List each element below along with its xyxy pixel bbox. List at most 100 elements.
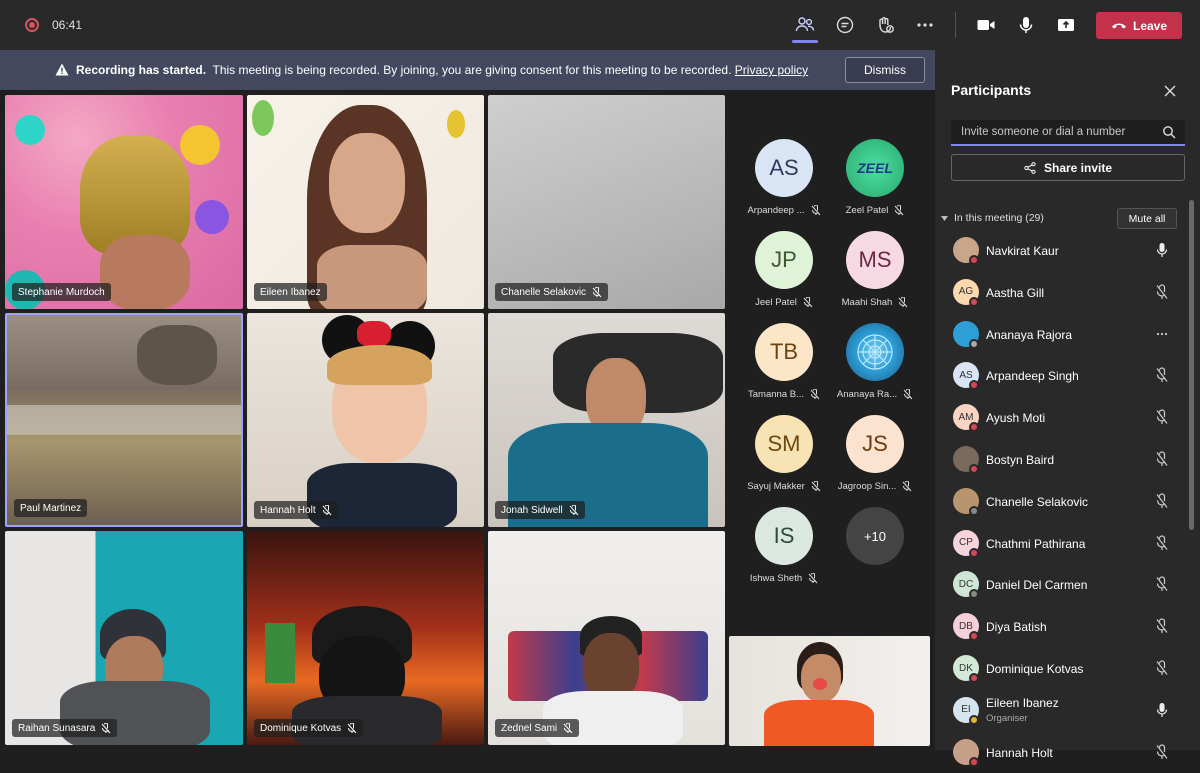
more-participants-button[interactable]: +10 bbox=[846, 507, 904, 565]
participant-name: Bostyn Baird bbox=[986, 453, 1055, 467]
avatar[interactable]: JS bbox=[846, 415, 904, 473]
participant-row[interactable]: Hannah Holt bbox=[935, 733, 1185, 773]
participant-row[interactable]: Ananaya Rajora bbox=[935, 315, 1185, 355]
more-options-icon[interactable] bbox=[913, 13, 937, 37]
mic-off-icon bbox=[895, 205, 904, 216]
video-tile[interactable]: Chanelle Selakovic bbox=[488, 95, 725, 309]
dismiss-button[interactable]: Dismiss bbox=[845, 57, 925, 83]
presence-status-icon bbox=[969, 255, 979, 265]
camera-icon[interactable] bbox=[974, 13, 998, 37]
video-tile[interactable]: Zednel Sami bbox=[488, 531, 725, 745]
video-tile[interactable]: Raihan Sunasara bbox=[5, 531, 243, 745]
avatar[interactable]: SM bbox=[755, 415, 813, 473]
participant-row[interactable]: DB Diya Batish bbox=[935, 607, 1185, 647]
mic-off-icon[interactable] bbox=[1155, 744, 1169, 760]
more-options-icon[interactable] bbox=[1155, 326, 1169, 342]
recording-banner-text: Recording has started. This meeting is b… bbox=[76, 63, 808, 77]
microphone-icon[interactable] bbox=[1155, 702, 1169, 718]
participant-row[interactable]: DC Daniel Del Carmen bbox=[935, 565, 1185, 605]
meeting-timer: 06:41 bbox=[52, 18, 83, 32]
participant-row[interactable]: DK Dominique Kotvas bbox=[935, 649, 1185, 689]
avatar[interactable]: JP bbox=[755, 231, 813, 289]
banner-title: Recording has started. bbox=[76, 63, 207, 77]
mic-off-icon[interactable] bbox=[1155, 493, 1169, 509]
presence-status-icon bbox=[969, 505, 979, 516]
avatar-logo[interactable]: ZEEL bbox=[846, 139, 904, 197]
leave-button[interactable]: Leave bbox=[1096, 12, 1182, 39]
mic-off-icon bbox=[810, 389, 820, 400]
participant-name: Arpandeep Singh bbox=[986, 369, 1079, 384]
scrollbar[interactable] bbox=[1189, 200, 1194, 530]
mic-off-icon[interactable] bbox=[1155, 660, 1169, 676]
mic-off-icon bbox=[322, 504, 331, 515]
microphone-icon[interactable] bbox=[1155, 242, 1169, 258]
mic-off-icon bbox=[803, 297, 813, 308]
video-tile[interactable]: Dominique Kotvas bbox=[247, 531, 484, 745]
participants-panel: Participants Share invite In this meetin… bbox=[935, 50, 1200, 767]
mandala-avatar-icon[interactable] bbox=[846, 323, 904, 381]
mic-off-icon[interactable] bbox=[1155, 451, 1169, 467]
mic-off-icon bbox=[808, 573, 818, 584]
mic-off-icon bbox=[592, 286, 602, 297]
avatar[interactable]: MS bbox=[846, 231, 904, 289]
mic-off-icon[interactable] bbox=[1155, 576, 1169, 592]
people-icon[interactable] bbox=[793, 13, 817, 37]
participant-row[interactable]: Navkirat Kaur bbox=[935, 231, 1185, 271]
participant-row[interactable]: Chanelle Selakovic bbox=[935, 482, 1185, 522]
avatar-name: Tamanna B... bbox=[736, 389, 832, 400]
reactions-icon[interactable] bbox=[873, 13, 897, 37]
in-meeting-count: In this meeting (29) bbox=[954, 212, 1044, 224]
mic-off-icon[interactable] bbox=[1155, 284, 1169, 300]
avatar[interactable]: AS bbox=[755, 139, 813, 197]
chat-icon[interactable] bbox=[833, 13, 857, 37]
share-screen-icon[interactable] bbox=[1054, 13, 1078, 37]
people-active-indicator bbox=[792, 40, 818, 43]
microphone-icon[interactable] bbox=[1014, 13, 1038, 37]
video-tile[interactable]: Eileen Ibanez bbox=[247, 95, 484, 309]
avatar[interactable]: IS bbox=[755, 507, 813, 565]
presence-status-icon bbox=[969, 422, 979, 433]
close-icon[interactable] bbox=[1163, 84, 1177, 98]
avatar-name: Jeel Patel bbox=[736, 297, 832, 308]
mic-off-icon[interactable] bbox=[1155, 618, 1169, 634]
avatar-name: Ishwa Sheth bbox=[736, 573, 832, 584]
recording-banner: Recording has started. This meeting is b… bbox=[0, 50, 935, 90]
warning-icon bbox=[55, 63, 69, 76]
participant-row[interactable]: EI Eileen Ibanez Organiser bbox=[935, 691, 1185, 731]
presence-status-icon bbox=[969, 714, 979, 725]
participant-name: Hannah Holt bbox=[986, 745, 1053, 760]
participant-row[interactable]: AM Ayush Moti bbox=[935, 398, 1185, 438]
chevron-down-icon bbox=[941, 215, 948, 221]
mic-off-icon bbox=[903, 389, 913, 400]
in-meeting-section-toggle[interactable]: In this meeting (29) bbox=[941, 212, 1044, 224]
share-invite-button[interactable]: Share invite bbox=[951, 154, 1185, 181]
video-tile[interactable]: Hannah Holt bbox=[247, 313, 484, 527]
avatar-name: Jagroop Sin... bbox=[827, 481, 923, 492]
video-tile-active-speaker[interactable]: Paul Martinez bbox=[5, 313, 243, 527]
mic-off-icon[interactable] bbox=[1155, 535, 1169, 551]
self-view-video[interactable] bbox=[729, 636, 930, 746]
mic-off-icon bbox=[898, 297, 908, 308]
presence-status-icon bbox=[969, 631, 979, 642]
search-icon[interactable] bbox=[1162, 125, 1176, 139]
participant-row[interactable]: CP Chathmi Pathirana bbox=[935, 524, 1185, 564]
video-tile[interactable]: Jonah Sidwell bbox=[488, 313, 725, 527]
mic-off-icon bbox=[563, 722, 573, 733]
avatar[interactable]: TB bbox=[755, 323, 813, 381]
mic-off-icon bbox=[811, 205, 820, 216]
mic-off-icon[interactable] bbox=[1155, 409, 1169, 425]
participant-row[interactable]: AS Arpandeep Singh bbox=[935, 356, 1185, 396]
leave-label: Leave bbox=[1132, 18, 1168, 33]
mic-off-icon bbox=[347, 722, 357, 733]
privacy-policy-link[interactable]: Privacy policy bbox=[735, 63, 808, 77]
panel-title: Participants bbox=[951, 82, 1032, 98]
participant-row[interactable]: AG Aastha Gill bbox=[935, 273, 1185, 313]
mute-all-button[interactable]: Mute all bbox=[1117, 208, 1177, 229]
mic-off-icon[interactable] bbox=[1155, 367, 1169, 383]
participant-avatar-grid: AS Arpandeep ... ZEEL Zeel Patel JP Jeel… bbox=[728, 95, 935, 635]
invite-search-input[interactable] bbox=[951, 120, 1185, 146]
participant-row[interactable]: Bostyn Baird bbox=[935, 440, 1185, 480]
participant-name-label: Zednel Sami bbox=[495, 719, 580, 737]
participant-name-label: Stephanie Murdoch bbox=[12, 283, 111, 301]
video-tile[interactable]: Stephanie Murdoch bbox=[5, 95, 243, 309]
